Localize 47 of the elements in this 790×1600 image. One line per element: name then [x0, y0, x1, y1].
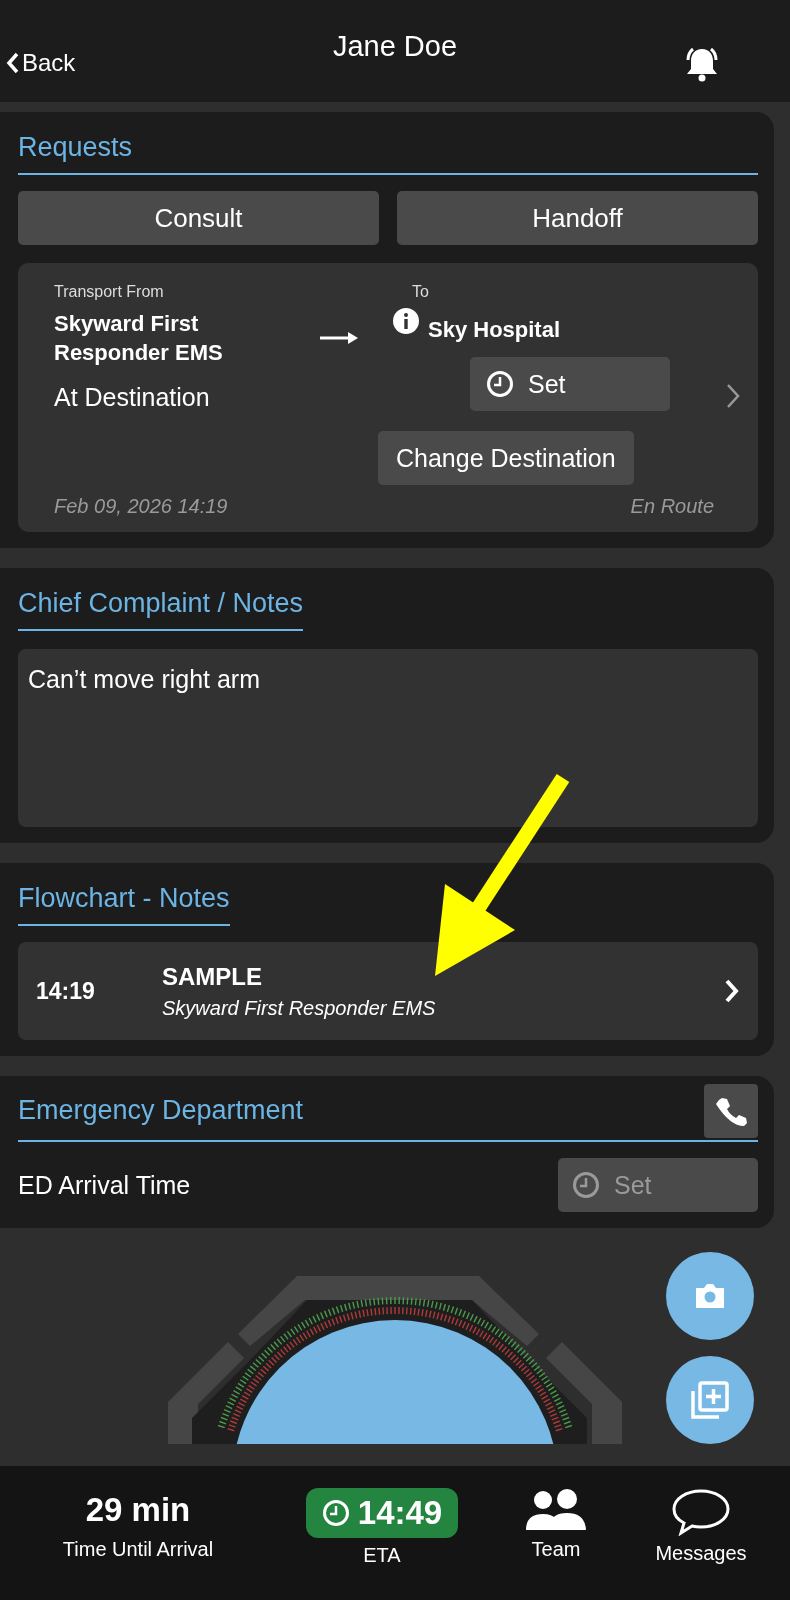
patient-name: Jane Doe	[332, 30, 458, 63]
eta-badge: 14:49	[305, 1488, 459, 1538]
note-time: 14:19	[36, 977, 96, 1005]
people-icon	[525, 1488, 587, 1532]
notes-field[interactable]: Can’t move right arm	[18, 649, 758, 827]
clock-icon	[572, 1171, 600, 1199]
speech-bubble-icon	[671, 1488, 731, 1536]
timestamp: Feb 09, 2026 14:19	[54, 495, 228, 518]
tab-label: ETA	[363, 1544, 401, 1567]
request-button[interactable]: Consult	[18, 191, 379, 245]
section-title: Chief Complaint / Notes	[18, 582, 304, 631]
tab-label: Time Until Arrival	[62, 1538, 214, 1561]
transport-state: En Route	[630, 495, 714, 518]
call-button[interactable]	[704, 1084, 758, 1138]
arrow-right-icon	[320, 332, 358, 344]
destination-name: Sky Hospital	[428, 317, 561, 343]
request-button[interactable]: Handoff	[397, 191, 758, 245]
minutes-value: 29 min	[85, 1490, 191, 1530]
origin-name: Skyward First Responder EMS	[54, 310, 224, 367]
clock-icon	[486, 370, 514, 398]
set-time-button[interactable]: Set	[470, 357, 670, 411]
note-source: Skyward First Responder EMS	[162, 996, 437, 1020]
back-button[interactable]: Back	[0, 49, 76, 77]
camera-icon	[693, 1282, 727, 1310]
phone-icon	[715, 1095, 747, 1127]
to-label: To	[412, 283, 429, 301]
field-label: ED Arrival Time	[18, 1170, 191, 1200]
chevron-right-icon[interactable]	[725, 382, 741, 410]
section-title: Emergency Department	[18, 1093, 304, 1127]
transport-card[interactable]: Transport From Skyward First Responder EMS At Destination To Sky Hospital Set Change Destination Feb 09, 2026 14:19 En Route	[18, 263, 758, 532]
flowchart-note-row[interactable]: 14:19 SAMPLE Skyward First Responder EMS	[18, 942, 758, 1040]
clock-icon	[321, 1499, 350, 1527]
change-destination-button[interactable]: Change Destination	[378, 431, 634, 485]
chevron-left-icon	[6, 52, 20, 74]
note-title: SAMPLE	[162, 962, 263, 991]
chevron-right-icon	[724, 978, 740, 1004]
from-label: Transport From	[54, 283, 164, 300]
info-icon[interactable]	[392, 307, 420, 335]
stacked-plus-icon	[689, 1379, 731, 1421]
status-text: At Destination	[54, 383, 211, 412]
messages-tab[interactable]: Messages	[624, 1488, 778, 1600]
tab-label: Messages	[655, 1542, 747, 1565]
eta-tab[interactable]: 14:49 ETA	[276, 1488, 488, 1600]
team-tab[interactable]: Team	[488, 1488, 624, 1600]
tab-label: Team	[531, 1538, 581, 1561]
section-title: Requests	[18, 126, 758, 175]
section-title: Flowchart - Notes	[18, 877, 230, 926]
